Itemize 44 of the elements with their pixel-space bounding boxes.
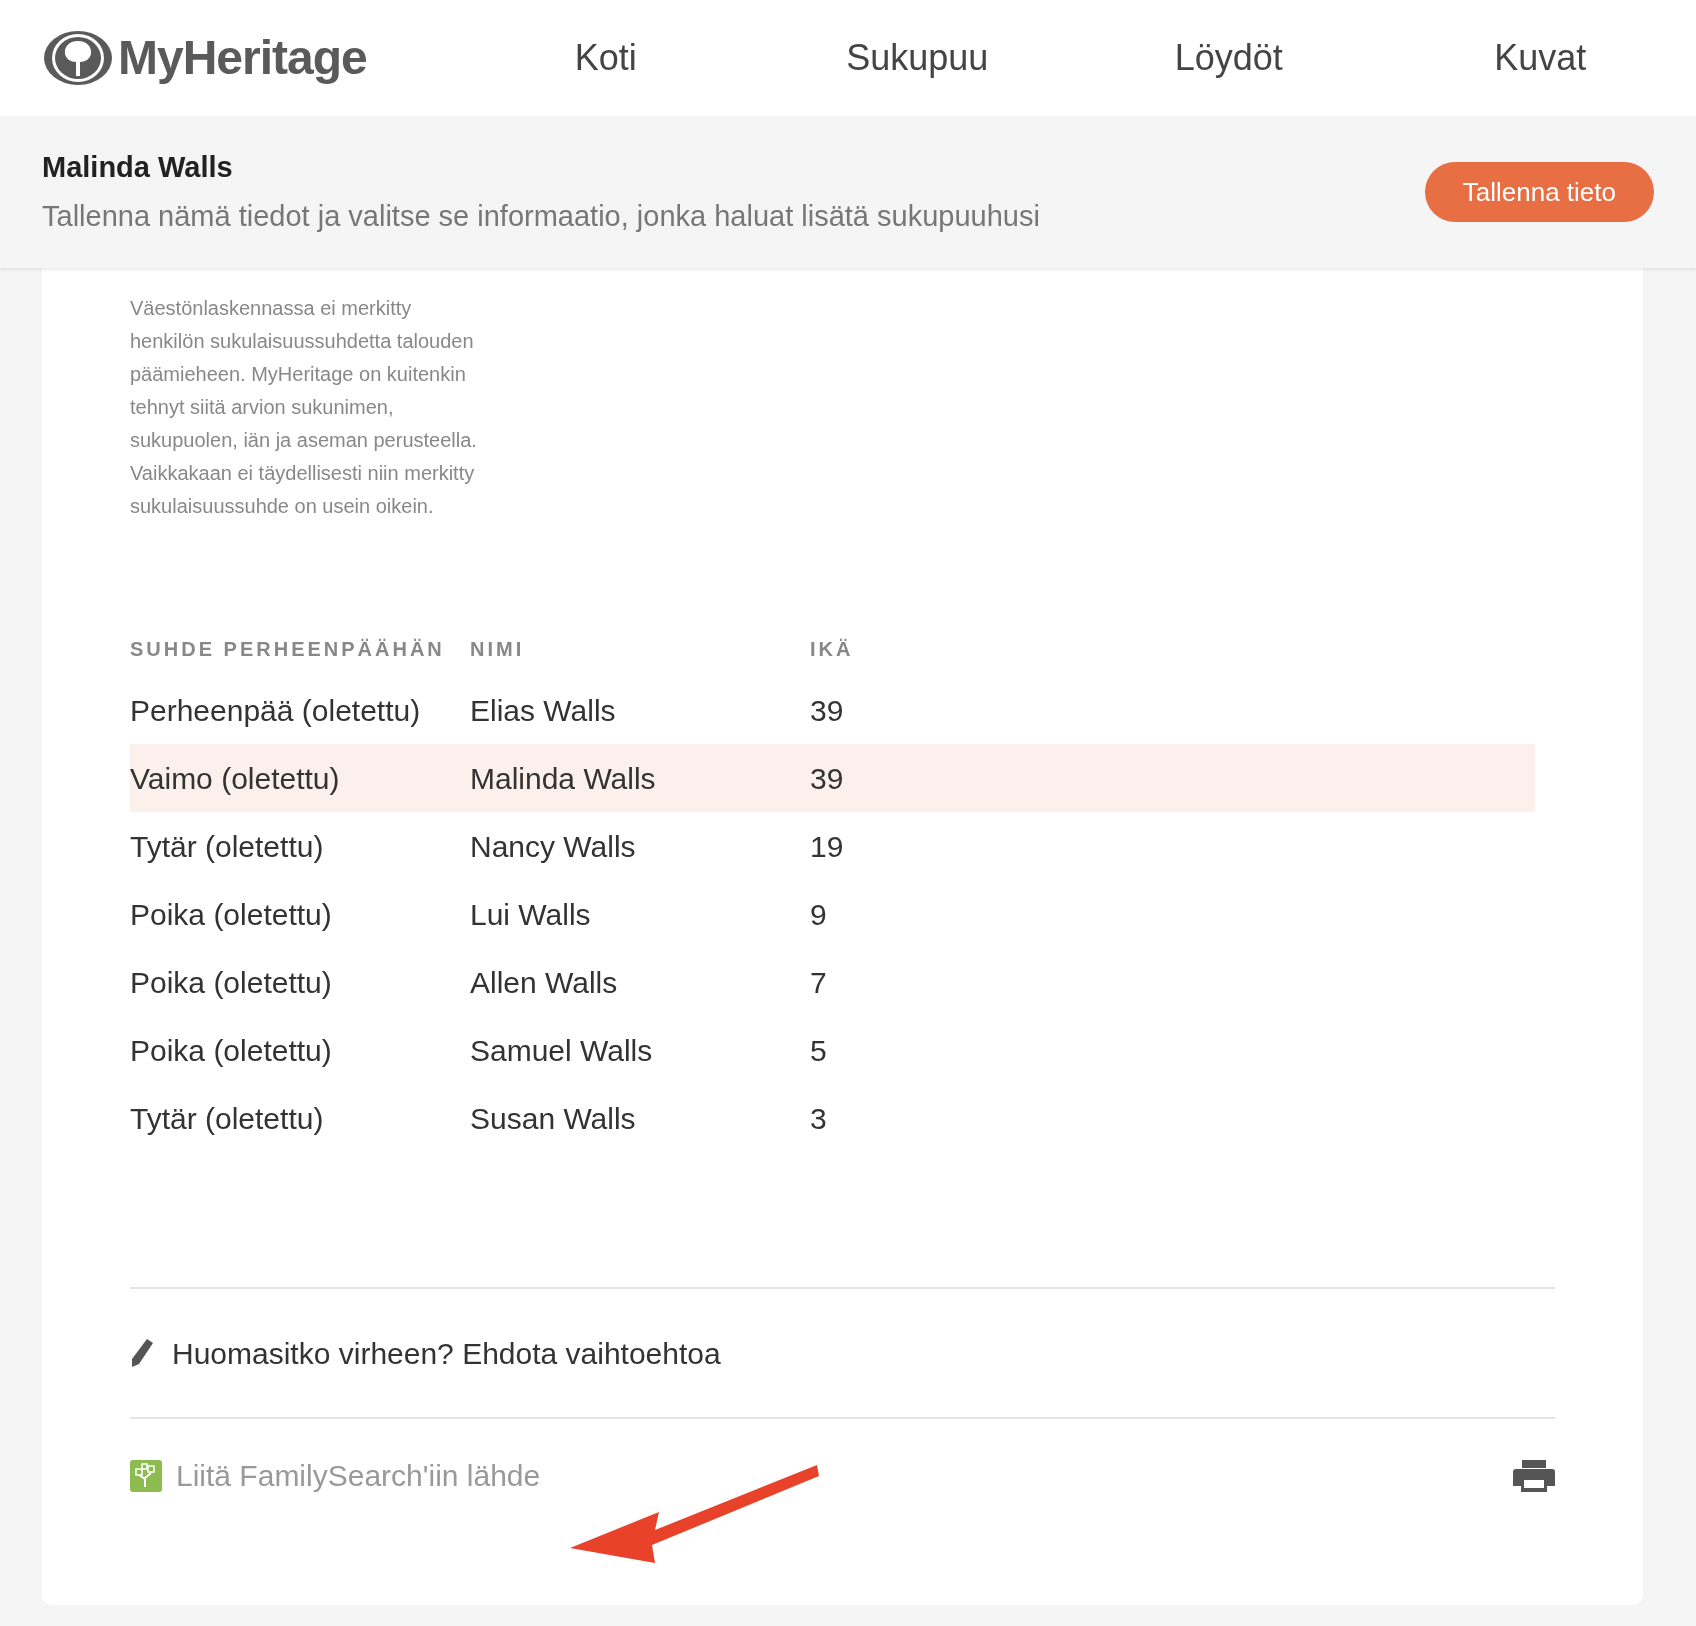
table-cell-text: Lui Walls (470, 896, 592, 933)
nav-link[interactable]: Koti (574, 31, 637, 85)
table-cell-text: 19 (810, 828, 845, 865)
tree-icon (130, 1459, 162, 1492)
column-header: SUHDE PERHEENPÄÄHÄN (130, 637, 446, 662)
suggest-link[interactable]: Huomasitko virheen? Ehdota vaihtoehtoa (172, 1330, 721, 1376)
table-cell-text: 39 (810, 760, 845, 797)
table-cell-text: Tytär (oletettu) (130, 1100, 325, 1137)
column-header: IKÄ (810, 637, 855, 662)
table-row[interactable]: Vaimo (oletettu) Malinda Walls 39 (130, 744, 1535, 812)
table-row[interactable]: Tytär (oletettu) Nancy Walls 19 (130, 812, 1535, 880)
table-cell-text: Tytär (oletettu) (130, 828, 325, 865)
table-cell-text: Poika (oletettu) (130, 1032, 333, 1069)
print-icon[interactable] (1513, 1457, 1555, 1494)
nav-link[interactable]: Sukupuu (846, 31, 989, 85)
table-cell-text: 5 (810, 1032, 828, 1069)
table-row[interactable]: Perheenpää (oletettu) Elias Walls 39 (130, 676, 1535, 744)
table-row[interactable]: Poika (oletettu) Lui Walls 9 (130, 880, 1535, 948)
record-subtitle: Tallenna nämä tiedot ja valitse se informaatio, jonka haluat lisätä sukupuuhusi (42, 199, 1041, 234)
table-cell-text: Poika (oletettu) (130, 964, 333, 1001)
column-header: NIMI (470, 637, 526, 662)
table-cell-text: Samuel Walls (470, 1032, 654, 1069)
table-cell-text: Allen Walls (470, 964, 619, 1001)
table-cell-text: Vaimo (oletettu) (130, 760, 341, 797)
table-cell-text: Susan Walls (470, 1100, 637, 1137)
table-cell-text: 39 (810, 692, 845, 729)
table-cell-text: Nancy Walls (470, 828, 637, 865)
pencil-icon (130, 1338, 154, 1368)
table-row[interactable]: Tytär (oletettu) Susan Walls 3 (130, 1084, 1535, 1152)
table-cell-text: Elias Walls (470, 692, 617, 729)
table-cell-text: Malinda Walls (470, 760, 657, 797)
logo-icon (42, 29, 114, 87)
logo-text[interactable]: MyHeritage (118, 22, 367, 94)
table-cell-text: Poika (oletettu) (130, 896, 333, 933)
nav-link[interactable]: Löydöt (1174, 31, 1283, 85)
table-row[interactable]: Poika (oletettu) Allen Walls 7 (130, 948, 1535, 1016)
table-cell-text: 7 (810, 964, 828, 1001)
table-cell-text: 3 (810, 1100, 828, 1137)
nav-link[interactable]: Kuvat (1494, 31, 1587, 85)
table-cell-text: Perheenpää (oletettu) (130, 692, 422, 729)
record-name: Malinda Walls (42, 149, 234, 185)
table-row[interactable]: Poika (oletettu) Samuel Walls 5 (130, 1016, 1535, 1084)
table-cell-text: 9 (810, 896, 828, 933)
note-text: Väestönlaskennassa ei merkitty henkilön sukulaisuussuhdetta talouden päämieheen. MyHeritage on kuitenkin tehnyt siitä arvion sukunimen, sukupuolen, iän ja aseman perusteella. Vaikkakaan ei täydellisesti niin merkitty sukulaisuussuhde on usein oikein. (130, 296, 478, 519)
